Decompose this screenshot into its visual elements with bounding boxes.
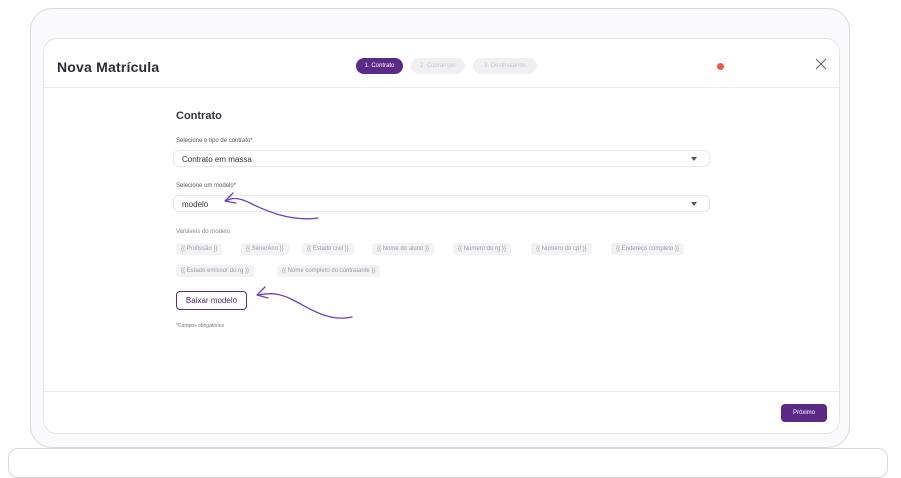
model-value: modelo	[182, 200, 209, 209]
variable-tag: {{ Estado civil }}	[302, 243, 354, 255]
variables-label: Variáveis do modelo	[176, 229, 230, 235]
step-contrato[interactable]: 1. Contrato	[356, 58, 403, 74]
next-button[interactable]: Próximo	[781, 404, 827, 422]
stepper: 1. Contrato 2. Cobranças 3. Destinatário…	[356, 58, 537, 74]
variable-tag: {{ Nome do aluno }}	[372, 243, 435, 255]
variable-tag: {{ Número do cpf }}	[531, 243, 592, 255]
variable-tag: {{ Profissão }}	[176, 243, 223, 255]
variable-tag: {{ Série/Ano }}	[241, 243, 289, 255]
modal-header: Nova Matrícula 1. Contrato 2. Cobranças …	[44, 39, 839, 88]
model-label: Selecione um modelo*	[176, 183, 237, 189]
chevron-down-icon	[691, 157, 697, 161]
enrollment-modal: Nova Matrícula 1. Contrato 2. Cobranças …	[43, 38, 840, 434]
contract-type-value: Contrato em massa	[182, 155, 252, 164]
variable-tag: {{ Número do rg }}	[453, 243, 512, 255]
notification-dot	[717, 63, 724, 70]
modal-title: Nova Matrícula	[57, 59, 160, 75]
variable-tag: {{ Endereço completo }}	[611, 243, 685, 255]
model-select[interactable]: modelo	[173, 195, 710, 212]
contract-type-select[interactable]: Contrato em massa	[173, 150, 710, 167]
modal-footer	[44, 391, 839, 433]
close-icon[interactable]	[815, 58, 827, 70]
chevron-down-icon	[691, 202, 697, 206]
variable-tag: {{ Nome completo do contratante }}	[277, 265, 381, 277]
required-fields-note: *Campos obrigatórios	[176, 323, 225, 329]
laptop-base	[8, 448, 888, 478]
section-title: Contrato	[176, 110, 222, 122]
step-cobrancas[interactable]: 2. Cobranças	[411, 58, 465, 74]
contract-type-label: Selecione o tipo de contrato*	[176, 138, 253, 144]
download-model-button[interactable]: Baixar modelo	[176, 291, 247, 310]
variable-tag: {{ Estado emissor do rg }}	[176, 265, 255, 277]
step-destinatarios[interactable]: 3. Destinatários	[473, 58, 537, 74]
